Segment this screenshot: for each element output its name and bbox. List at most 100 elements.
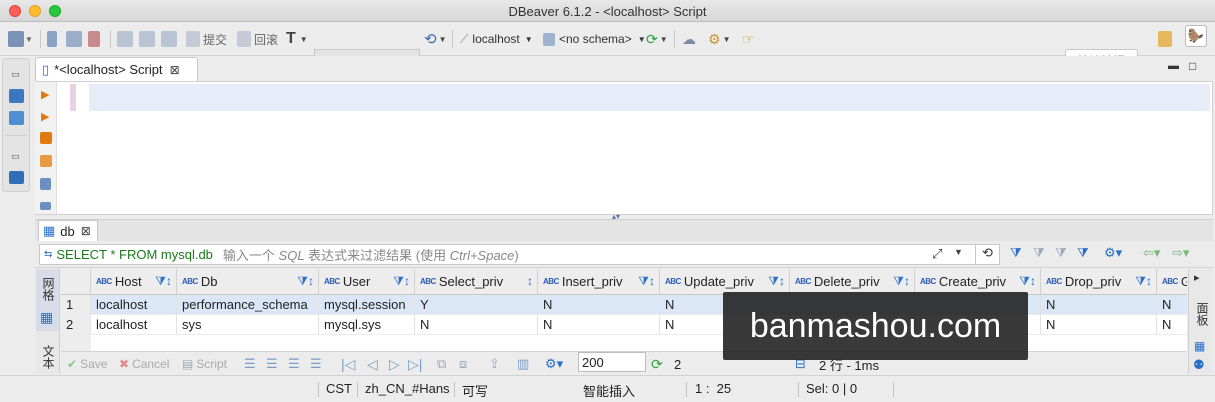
panel-layout-icon[interactable]: ▥ — [517, 356, 529, 372]
disconnect-icon[interactable] — [88, 30, 100, 48]
sort-filter-icon[interactable]: ⧩↕ — [893, 274, 910, 289]
right-panel-toggle-icon[interactable]: ▸ — [1194, 271, 1200, 284]
table-cell[interactable]: performance_schema — [177, 295, 319, 315]
apply-filter-icon[interactable]: ⟲ — [975, 245, 999, 264]
row-number[interactable]: 2 — [61, 315, 91, 335]
load-plan-icon[interactable] — [40, 202, 51, 210]
table-cell[interactable]: N — [1041, 295, 1157, 315]
previous-page-icon[interactable]: ◁ — [367, 356, 378, 372]
table-cell[interactable]: N — [1041, 315, 1157, 335]
add-row-icon[interactable]: ☰ — [266, 356, 278, 372]
execute-script-icon[interactable] — [40, 132, 52, 144]
reconnect-icon[interactable] — [66, 30, 82, 48]
open-script-icon[interactable] — [139, 30, 155, 48]
table-cell[interactable]: Y — [415, 295, 538, 315]
column-header-select-priv[interactable]: ABC Select_priv ↕ — [415, 269, 538, 295]
clear-filter-icon[interactable]: ⧩ — [1033, 245, 1045, 261]
active-schema-select[interactable]: <no schema> ▼ — [543, 30, 646, 48]
cloud-icon[interactable]: ☁ — [682, 30, 696, 48]
bookmark-icon[interactable]: ☞ — [742, 30, 755, 48]
execute-new-tab-icon[interactable]: ▶ — [41, 110, 49, 123]
commit-button[interactable]: 提交 — [186, 30, 227, 48]
open-perspective-icon[interactable] — [1158, 30, 1172, 48]
sort-filter-icon[interactable]: ⧩↕ — [297, 274, 314, 289]
filter-input[interactable]: ⇆ SELECT * FROM mysql.db 输入一个 SQL 表达式来过滤… — [39, 244, 1000, 265]
table-cell[interactable]: localhost — [91, 295, 177, 315]
column-header-drop-priv[interactable]: ABC Drop_priv ⧩↕ — [1041, 269, 1157, 295]
close-tab-icon[interactable]: ⊠ — [170, 63, 180, 77]
cancel-button[interactable]: ✖ Cancel — [119, 356, 169, 372]
delete-row-icon[interactable]: ☰ — [310, 356, 322, 372]
sort-filter-icon[interactable]: ⧩↕ — [1135, 274, 1152, 289]
tab-results-db[interactable]: ▦ db ⊠ — [38, 220, 98, 241]
grid-view-tab[interactable]: 网格 ▦ — [36, 269, 59, 331]
save-button[interactable]: ✔ Save — [67, 356, 107, 372]
export-icon[interactable]: ⇪ — [489, 356, 500, 372]
explain-plan-icon[interactable] — [40, 178, 51, 190]
panel-grid-icon[interactable]: ▦ — [1194, 339, 1205, 353]
table-cell[interactable]: N — [415, 315, 538, 335]
db-navigator-icon[interactable]: ▼ — [8, 30, 33, 48]
refresh-schema-icon[interactable]: ⟳ ▼ — [646, 30, 668, 48]
new-script-icon[interactable] — [117, 30, 133, 48]
edit-cell-icon[interactable]: ☰ — [244, 356, 256, 372]
column-header-db[interactable]: ABC Db ⧩↕ — [177, 269, 319, 295]
filter-history-icon[interactable]: ▼ — [954, 247, 963, 257]
active-connection-select[interactable]: ⟋ localhost ▼ — [460, 30, 533, 48]
dbeaver-perspective-icon[interactable]: 🦫 — [1185, 25, 1207, 47]
sort-filter-icon[interactable]: ⧩↕ — [768, 274, 785, 289]
next-page-icon[interactable]: ▷ — [389, 356, 400, 372]
tools-icon[interactable]: ⚙ ▼ — [708, 30, 730, 48]
history-icon[interactable]: ⟲ ▼ — [424, 30, 447, 48]
filter-settings-icon[interactable]: ⧩ — [1077, 245, 1089, 261]
fetch-all-icon[interactable]: ⧈ — [459, 356, 467, 372]
restore-icon[interactable]: ▭ — [11, 69, 20, 80]
restore-icon[interactable]: ▭ — [11, 151, 20, 162]
column-header-grant-priv[interactable]: ABC G — [1157, 269, 1187, 295]
fetch-size-input[interactable]: 200 — [578, 352, 646, 372]
close-tab-icon[interactable]: ⊠ — [81, 224, 91, 238]
script-button[interactable]: ▤ Script — [182, 356, 227, 372]
sort-filter-icon[interactable]: ⧩↕ — [393, 274, 410, 289]
table-cell[interactable]: sys — [177, 315, 319, 335]
recent-script-icon[interactable] — [161, 30, 177, 48]
tab-script[interactable]: ▯ *<localhost> Script ⊠ — [35, 57, 198, 81]
filter-icon[interactable]: ⧩ — [1010, 245, 1022, 261]
panels-icon[interactable]: ⚙▾ — [1104, 245, 1122, 261]
table-cell[interactable]: N — [1157, 315, 1187, 335]
table-cell[interactable]: localhost — [91, 315, 177, 335]
sort-filter-icon[interactable]: ⧩↕ — [1019, 274, 1036, 289]
table-cell[interactable]: mysql.session — [319, 295, 415, 315]
minimize-editor-icon[interactable]: ▬ — [1168, 60, 1179, 72]
forward-icon[interactable]: ⇨▾ — [1172, 245, 1189, 261]
rollback-button[interactable]: 回滚 — [237, 30, 278, 48]
first-page-icon[interactable]: |◁ — [341, 356, 355, 372]
sort-filter-icon[interactable]: ⧩↕ — [155, 274, 172, 289]
column-header-host[interactable]: ABC Host ⧩↕ — [91, 269, 177, 295]
execute-script-new-tab-icon[interactable] — [40, 155, 52, 167]
results-settings-icon[interactable]: ⚙▾ — [545, 356, 563, 372]
copy-row-icon[interactable]: ☰ — [288, 356, 300, 372]
panels-label[interactable]: 面板 — [1194, 302, 1211, 326]
column-header-user[interactable]: ABC User ⧩↕ — [319, 269, 415, 295]
sort-filter-icon[interactable]: ↕ — [527, 274, 533, 288]
table-cell[interactable]: N — [538, 315, 660, 335]
maximize-editor-icon[interactable]: □ — [1189, 59, 1196, 73]
table-cell[interactable]: mysql.sys — [319, 315, 415, 335]
row-number[interactable]: 1 — [61, 295, 91, 315]
column-header-insert-priv[interactable]: ABC Insert_priv ⧩↕ — [538, 269, 660, 295]
last-page-icon[interactable]: ▷| — [408, 356, 422, 372]
connect-icon[interactable] — [47, 30, 57, 48]
filter-save-icon[interactable]: ⧩ — [1055, 245, 1067, 261]
table-cell[interactable]: N — [538, 295, 660, 315]
execute-statement-icon[interactable]: ▶ — [41, 88, 49, 101]
panel-settings-icon[interactable]: ⚉ — [1193, 357, 1205, 373]
table-cell[interactable]: N — [1157, 295, 1187, 315]
expand-filter-icon[interactable]: ⤢ — [932, 246, 942, 262]
console-icon[interactable] — [9, 171, 24, 184]
database-navigator-icon[interactable] — [9, 89, 24, 103]
back-icon[interactable]: ⇦▾ — [1143, 245, 1160, 261]
transaction-mode-icon[interactable]: T ▼ — [286, 30, 308, 48]
sort-filter-icon[interactable]: ⧩↕ — [638, 274, 655, 289]
refresh-icon[interactable]: ⟳ — [651, 356, 663, 372]
